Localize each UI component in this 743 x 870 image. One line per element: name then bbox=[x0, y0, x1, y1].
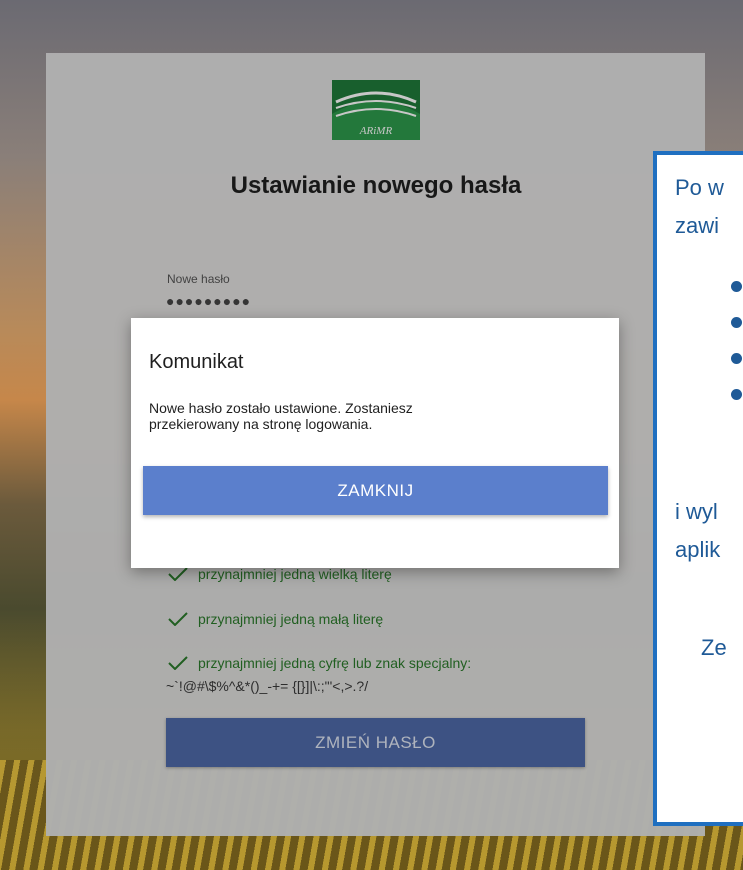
dialog-message: Nowe hasło zostało ustawione. Zostaniesz… bbox=[149, 400, 413, 432]
callout-line: Po w bbox=[675, 175, 724, 200]
bullet-icon bbox=[731, 281, 742, 292]
callout-line: Ze bbox=[701, 635, 727, 660]
bullet-icon bbox=[731, 353, 742, 364]
callout-box: Po w zawi i wyl aplik Ze bbox=[653, 151, 743, 826]
dialog-title: Komunikat bbox=[149, 351, 244, 373]
callout-line: aplik bbox=[675, 537, 721, 562]
bullet-icon bbox=[731, 317, 742, 328]
callout-line: zawi bbox=[675, 213, 720, 238]
bullet-icon bbox=[731, 389, 742, 400]
message-dialog: Komunikat Nowe hasło zostało ustawione. … bbox=[131, 318, 619, 568]
close-button[interactable]: ZAMKNIJ bbox=[143, 466, 608, 515]
callout-line: i wyl bbox=[675, 499, 718, 524]
